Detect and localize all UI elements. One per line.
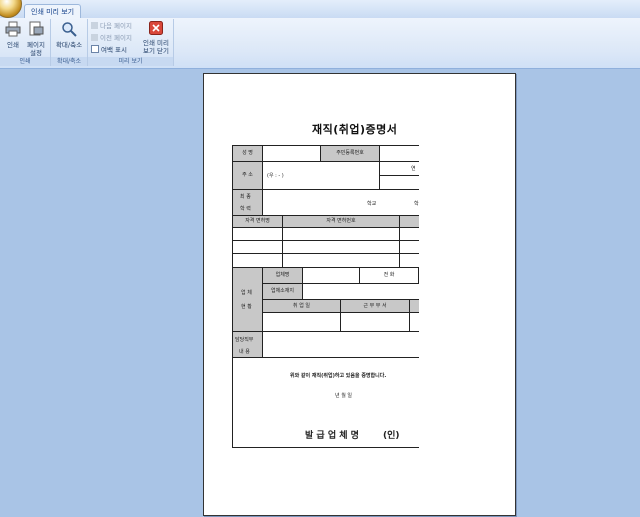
resident-no-value <box>380 146 419 162</box>
printer-icon <box>5 21 21 37</box>
issue-date: 년 월 일 <box>335 393 352 399</box>
license-name-header: 자격 면허명 <box>233 216 283 228</box>
name-label: 성 명 <box>233 146 263 162</box>
contact-value-cell <box>380 176 419 190</box>
license-row-1-b <box>283 228 400 241</box>
certify-text: 위와 같이 재직(취업)하고 있음을 증명합니다. <box>290 373 387 379</box>
close-label-2: 보기 닫기 <box>143 47 169 55</box>
print-group-label: 인쇄 <box>0 57 50 66</box>
next-page-button[interactable]: 다음 페이지 <box>91 21 132 31</box>
company-name-value <box>303 268 360 284</box>
name-value <box>263 146 321 162</box>
office-button[interactable] <box>0 0 22 18</box>
preview-group: 다음 페이지 이전 페이지 여백 표시 인쇄 미리 보기 닫기 미리 보기 <box>88 19 174 66</box>
ribbon: 인쇄 페이지 설정 인쇄 확대/축소 확대/축소 다음 페이지 이전 페이지 여… <box>0 18 640 69</box>
magnifier-icon <box>62 22 77 37</box>
education-label-1: 최 종 <box>240 194 251 200</box>
company-name-label: 업체명 <box>263 268 303 284</box>
position-label-cell <box>410 300 419 313</box>
address-value: (우 : - ) <box>267 173 284 179</box>
employed-date-label: 취 업 일 <box>263 300 341 313</box>
checkbox-icon <box>91 45 99 53</box>
license-row-2-c <box>400 241 419 254</box>
license-row-1-a <box>233 228 283 241</box>
phone-label: 전 화 <box>360 268 419 284</box>
tab-print-preview[interactable]: 인쇄 미리 보기 <box>24 4 82 19</box>
duty-label-1: 담당직무 <box>235 337 254 343</box>
page-setup-label-1: 페이지 <box>27 41 45 49</box>
duty-label-2: 내 용 <box>239 349 250 355</box>
close-label-1: 인쇄 미리 <box>143 39 169 47</box>
duty-value <box>263 332 419 358</box>
document-title: 재직(취업)증명서 <box>312 123 398 136</box>
company-addr-label: 업체소재지 <box>263 284 303 300</box>
zoom-button[interactable]: 확대/축소 <box>52 21 86 49</box>
license-row-1-c <box>400 228 419 241</box>
page-setup-button[interactable]: 페이지 설정 <box>24 21 48 57</box>
company-label-cell <box>233 268 263 332</box>
preview-page[interactable]: 재직(취업)증명서 성 명 주민등록번호 주 소 (우 : - ) 연 최 종 … <box>203 73 516 516</box>
school-label: 학교 <box>367 201 377 207</box>
ribbon-tab-bar: 인쇄 미리 보기 <box>0 0 640 19</box>
certificate-form: 성 명 주민등록번호 주 소 (우 : - ) 연 최 종 학 력 학교 학 자… <box>232 145 419 448</box>
company-addr-value <box>303 284 419 300</box>
company-label-1: 업 체 <box>241 290 252 296</box>
show-margins-label: 여백 표시 <box>101 46 127 54</box>
address-label: 주 소 <box>233 162 263 190</box>
license-row-3-a <box>233 254 283 268</box>
issuer-name: 발 급 업 체 명 <box>305 431 359 441</box>
close-icon <box>149 21 163 35</box>
prev-page-label: 이전 페이지 <box>100 34 132 42</box>
license-row-2-a <box>233 241 283 254</box>
print-group: 인쇄 페이지 설정 인쇄 <box>0 19 51 66</box>
page-setup-label-2: 설정 <box>30 49 42 57</box>
preview-group-label: 미리 보기 <box>88 57 173 66</box>
close-preview-button[interactable]: 인쇄 미리 보기 닫기 <box>140 21 172 55</box>
license-row-2-b <box>283 241 400 254</box>
license-no-header: 자격 면허번호 <box>283 216 400 228</box>
prev-page-icon <box>91 34 98 41</box>
show-margins-checkbox[interactable]: 여백 표시 <box>91 45 127 55</box>
next-page-icon <box>91 22 98 29</box>
resident-no-label: 주민등록번호 <box>321 146 380 162</box>
license-row-3-c <box>400 254 419 268</box>
page-setup-icon <box>29 21 44 36</box>
license-row-3-b <box>283 254 400 268</box>
education-label-2: 학 력 <box>240 206 251 212</box>
zoom-group: 확대/축소 확대/축소 <box>51 19 88 66</box>
contact-label-truncated: 연 <box>411 166 416 172</box>
zoom-group-label: 확대/축소 <box>51 57 87 66</box>
zoom-label: 확대/축소 <box>55 41 83 49</box>
department-label: 근 무 부 서 <box>341 300 410 313</box>
employed-date-value <box>263 313 341 332</box>
education-value <box>263 190 419 216</box>
seal-mark: (인) <box>383 431 400 441</box>
print-button[interactable]: 인쇄 <box>3 21 23 49</box>
license-extra-header <box>400 216 419 228</box>
print-label: 인쇄 <box>7 41 19 49</box>
next-page-label: 다음 페이지 <box>100 22 132 30</box>
position-value <box>410 313 419 332</box>
school-label-truncated: 학 <box>414 201 419 207</box>
department-value <box>341 313 410 332</box>
company-label-2: 현 황 <box>241 304 252 310</box>
prev-page-button[interactable]: 이전 페이지 <box>91 33 132 43</box>
